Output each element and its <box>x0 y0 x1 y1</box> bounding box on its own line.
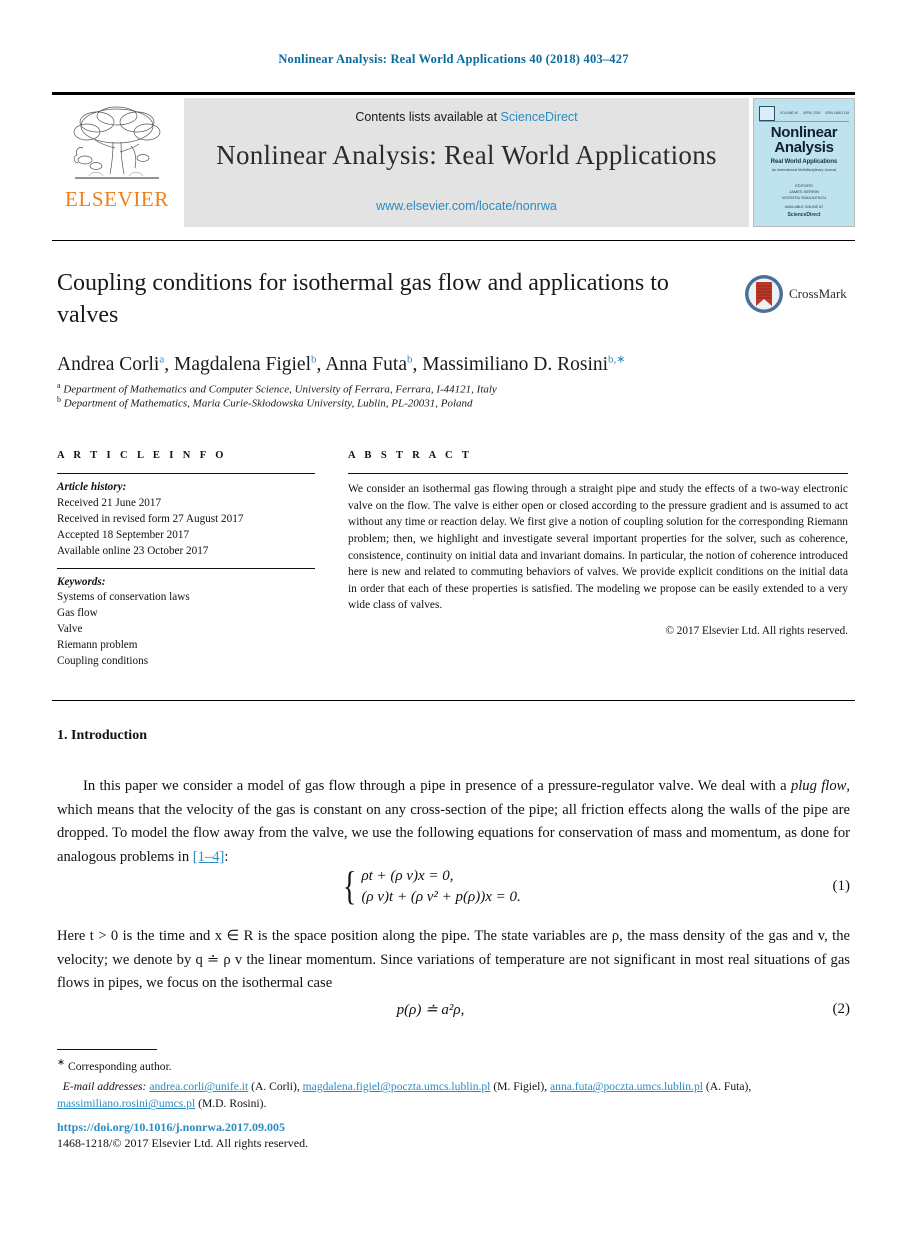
cover-publisher-mark <box>759 105 775 121</box>
cover-subtitle: Real World Applications <box>770 159 838 165</box>
email-person: (A. Corli), <box>251 1080 300 1093</box>
journal-title: Nonlinear Analysis: Real World Applicati… <box>216 140 717 170</box>
equation-1-lines: ρt + (ρ v)x = 0, (ρ v)t + (ρ v² + p(ρ))x… <box>361 866 520 907</box>
abstract-copyright: © 2017 Elsevier Ltd. All rights reserved… <box>665 625 849 638</box>
history-item: Accepted 18 September 2017 <box>57 528 190 541</box>
equation-1-line-2: (ρ v)t + (ρ v² + p(ρ))x = 0. <box>361 888 521 905</box>
equation-1-line-1: ρt + (ρ v)x = 0, <box>361 868 454 884</box>
journal-url-link[interactable]: www.elsevier.com/locate/nonrwa <box>184 199 749 213</box>
cover-footer-brand: ScienceDirect <box>787 212 821 218</box>
footnote-emails: E-mail addresses: andrea.corli@unife.it … <box>57 1078 847 1113</box>
cover-footer-line: AVAILABLE ONLINE AT <box>784 205 824 210</box>
affiliation-b: b Department of Mathematics, Maria Curie… <box>57 395 473 410</box>
article-history-label: Article history: <box>57 481 127 493</box>
keyword-item: Systems of conservation laws <box>57 591 190 604</box>
paragraph-intro-2: Here t > 0 is the time and x ∈ R is the … <box>57 928 850 992</box>
paragraph-intro-1-post: : <box>224 848 229 865</box>
paper-page: Nonlinear Analysis: Real World Applicati… <box>0 0 907 1238</box>
affiliation-a: a Department of Mathematics and Computer… <box>57 381 497 396</box>
sciencedirect-link[interactable]: ScienceDirect <box>501 110 578 124</box>
paragraph-intro-1: In this paper we consider a model of gas… <box>57 775 850 870</box>
article-history-block: Article history: Received 21 June 2017 R… <box>57 474 315 560</box>
equation-2-expression: p(ρ) ≐ a²ρ, <box>396 1002 465 1018</box>
keyword-item: Riemann problem <box>57 639 138 652</box>
paragraph-intro-1-pre: In this paper we consider a model of gas… <box>83 778 791 794</box>
email-person: (M. Figiel), <box>493 1080 548 1093</box>
journal-masthead: ELSEVIER Contents lists available at Sci… <box>52 92 855 227</box>
crossmark-badge[interactable]: CrossMark <box>744 272 856 316</box>
email-person: (A. Futa), <box>705 1080 752 1093</box>
abstract-heading: A B S T R A C T <box>348 450 473 461</box>
issn-copyright-line: 1468-1218/© 2017 Elsevier Ltd. All right… <box>57 1136 309 1150</box>
elsevier-logo: ELSEVIER <box>52 98 182 227</box>
author-list: Andrea Corlia, Magdalena Figielb, Anna F… <box>57 352 847 376</box>
keyword-item: Gas flow <box>57 607 98 620</box>
cover-editors: EDITORS JAMES SERRIN VICENTIU RADULESCU <box>754 183 854 201</box>
equation-brace: { <box>343 863 357 909</box>
article-info-column: A R T I C L E I N F O Article history: R… <box>57 450 315 670</box>
cover-title-word2: Analysis <box>774 139 834 157</box>
doi-link[interactable]: https://doi.org/10.1016/j.nonrwa.2017.09… <box>57 1120 285 1135</box>
keywords-block: Keywords: Systems of conservation laws G… <box>57 569 315 670</box>
authors-text: Andrea Corlia, Magdalena Figielb, Anna F… <box>57 353 626 375</box>
footnote-corresponding-text: Corresponding author. <box>68 1059 172 1073</box>
equation-2-number: (2) <box>832 1001 851 1017</box>
email-person: (M.D. Rosini). <box>198 1097 267 1111</box>
journal-cover-thumbnail[interactable]: VOLUME 40 APRIL 2018 ISSN 1468-1218 Nonl… <box>753 98 855 227</box>
footnote-corresponding-author: ∗ Corresponding author. <box>57 1056 847 1075</box>
footnote-rule <box>57 1049 157 1050</box>
cover-editor-1: JAMES SERRIN <box>789 189 819 194</box>
email-link[interactable]: massimiliano.rosini@umcs.pl <box>57 1097 195 1110</box>
cover-footer: AVAILABLE ONLINE AT ScienceDirect <box>754 205 854 219</box>
equation-1-body: { ρt + (ρ v)x = 0, (ρ v)t + (ρ v² + p(ρ)… <box>57 866 804 907</box>
email-link[interactable]: magdalena.figiel@poczta.umcs.lublin.pl <box>303 1080 491 1093</box>
contents-prefix: Contents lists available at <box>355 110 501 124</box>
running-head: Nonlinear Analysis: Real World Applicati… <box>278 52 629 66</box>
email-addresses-label: E-mail addresses: <box>62 1080 147 1093</box>
cover-date: APRIL 2018 <box>803 111 821 115</box>
cover-editor-2: VICENTIU RADULESCU <box>781 195 827 200</box>
masthead-bottom-rule <box>52 240 855 241</box>
article-info-heading: A R T I C L E I N F O <box>57 450 227 461</box>
elsevier-tree-icon <box>73 106 161 179</box>
citation-link[interactable]: [1–4] <box>193 849 225 865</box>
history-item: Received in revised form 27 August 2017 <box>57 512 244 525</box>
equation-1-number: (1) <box>832 878 851 895</box>
affiliation-b-text: Department of Mathematics, Maria Curie-S… <box>63 397 473 410</box>
masthead-band: Contents lists available at ScienceDirec… <box>184 98 749 227</box>
cover-editors-label: EDITORS <box>795 183 813 188</box>
paragraph-intro-1-emph: plug flow <box>790 778 847 794</box>
crossmark-label: CrossMark <box>789 286 847 301</box>
cover-issn: ISSN 1468-1218 <box>825 111 849 115</box>
section-heading-introduction: 1. Introduction <box>57 728 147 743</box>
history-item: Received 21 June 2017 <box>57 496 162 509</box>
keyword-item: Valve <box>57 623 83 636</box>
elsevier-wordmark: ELSEVIER <box>65 187 169 211</box>
page-title: Coupling conditions for isothermal gas f… <box>57 270 669 328</box>
cover-volume: VOLUME 40 <box>780 111 799 115</box>
cover-title-line1: Nonlinear Analysis <box>754 125 854 156</box>
cover-subsubtitle: An International Multidisciplinary Journ… <box>771 168 837 172</box>
cover-topbar: VOLUME 40 APRIL 2018 ISSN 1468-1218 <box>759 105 849 122</box>
history-item: Available online 23 October 2017 <box>57 544 209 557</box>
abstract-column: A B S T R A C T We consider an isotherma… <box>348 450 848 637</box>
equation-2: p(ρ) ≐ a²ρ, (2) <box>57 1000 850 1019</box>
body-top-rule <box>52 700 855 701</box>
equation-1: { ρt + (ρ v)x = 0, (ρ v)t + (ρ v² + p(ρ)… <box>57 866 850 907</box>
crossmark-icon <box>745 275 783 313</box>
abstract-text: We consider an isothermal gas flowing th… <box>348 483 848 612</box>
asterisk-icon: ∗ <box>57 1057 66 1068</box>
keyword-item: Coupling conditions <box>57 655 149 668</box>
keywords-label: Keywords: <box>57 575 106 588</box>
email-link[interactable]: anna.futa@poczta.umcs.lublin.pl <box>550 1080 703 1093</box>
email-link[interactable]: andrea.corli@unife.it <box>149 1080 248 1093</box>
equation-1-system: { ρt + (ρ v)x = 0, (ρ v)t + (ρ v² + p(ρ)… <box>340 866 521 907</box>
contents-line: Contents lists available at ScienceDirec… <box>184 110 749 124</box>
equation-2-body: p(ρ) ≐ a²ρ, <box>57 1000 804 1019</box>
affiliation-a-text: Department of Mathematics and Computer S… <box>63 383 497 396</box>
